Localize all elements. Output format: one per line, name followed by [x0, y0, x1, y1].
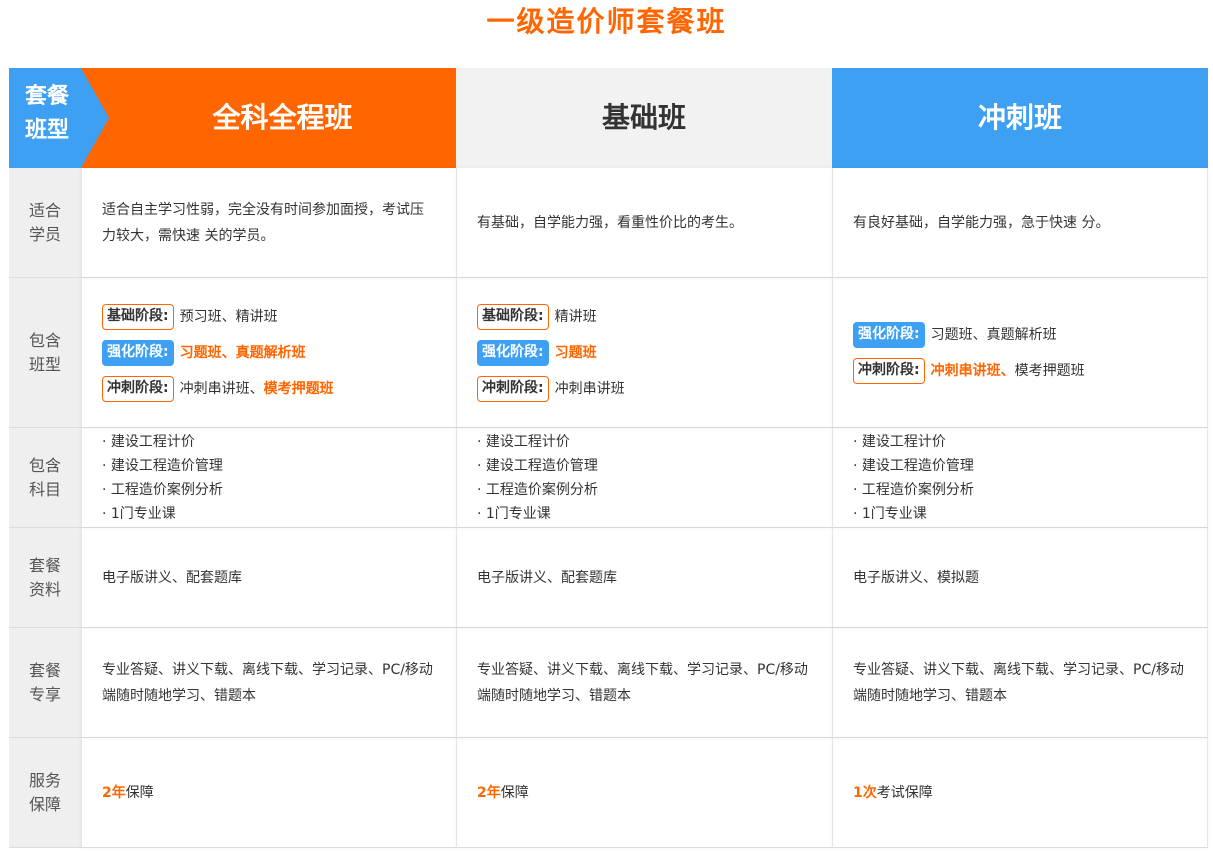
cell-subjects-full: · 建设工程计价 · 建设工程造价管理 · 工程造价案例分析 · 1门专业课: [81, 428, 456, 528]
cell-guarantee-full: 2年保障: [81, 738, 456, 848]
subject-item: · 工程造价案例分析: [853, 481, 974, 498]
stage-tag-strengthen: 强化阶段:: [853, 321, 925, 348]
cell-suitable-full: 适合自主学习性弱，完全没有时间参加面授，考试压力较大，需快速 关的学员。: [81, 168, 456, 278]
stage-tag-basic: 基础阶段:: [102, 303, 174, 330]
row-suitable-students: 适合学员 适合自主学习性弱，完全没有时间参加面授，考试压力较大，需快速 关的学员…: [9, 168, 1208, 278]
stage-text: 预习班、精讲班: [179, 308, 278, 325]
subject-item: · 建设工程造价管理: [102, 457, 223, 474]
subject-item: · 建设工程造价管理: [853, 457, 974, 474]
row-label-classes: 包含 班型: [9, 278, 81, 428]
subject-item: · 1门专业课: [853, 505, 927, 522]
row-perks: 套餐专享 专业答疑、讲义下载、离线下载、学习记录、PC/移动端随时随地学习、错题…: [9, 628, 1208, 738]
stage-sprint: 冲刺阶段: 冲刺串讲班、 模考押题班: [853, 353, 1187, 389]
subject-item: · 建设工程计价: [853, 433, 946, 450]
subject-item: · 建设工程计价: [102, 433, 195, 450]
row-label-line1: 服务: [28, 770, 61, 790]
stage-sprint: 冲刺阶段: 冲刺串讲班、 模考押题班: [102, 371, 436, 407]
cell-perks-full: 专业答疑、讲义下载、离线下载、学习记录、PC/移动端随时随地学习、错题本: [81, 628, 456, 738]
stage-tag-sprint: 冲刺阶段:: [477, 375, 549, 402]
subject-item: · 建设工程造价管理: [477, 457, 598, 474]
stage-tag-strengthen: 强化阶段:: [102, 339, 174, 366]
row-label-line2: 班型: [28, 354, 61, 374]
row-label-line1: 适合: [28, 200, 61, 220]
cell-guarantee-sprint: 1次考试保障: [832, 738, 1208, 848]
cell-materials-full: 电子版讲义、配套题库: [81, 528, 456, 628]
subject-item: · 1门专业课: [477, 505, 551, 522]
row-included-classes: 包含班型 基础阶段: 预习班、精讲班 强化阶段: 习题班、真题解析班 冲刺阶段:…: [9, 278, 1208, 428]
header-arrow-shape: [81, 68, 109, 168]
cell-guarantee-basic: 2年保障: [456, 738, 832, 848]
stage-text-highlight: 模考押题班: [263, 380, 334, 397]
cell-classes-basic: 基础阶段: 精讲班 强化阶段: 习题班 冲刺阶段: 冲刺串讲班: [456, 278, 832, 428]
stage-tag-sprint: 冲刺阶段:: [102, 375, 174, 402]
header-full-course[interactable]: 全科全程班: [109, 68, 456, 168]
row-label-guarantee: 服务 保障: [9, 738, 81, 848]
header-basic-course-label: 基础班: [601, 101, 686, 134]
row-label-line2: 科目: [28, 479, 61, 499]
cell-suitable-sprint: 有良好基础，自学能力强，急于快速 分。: [832, 168, 1208, 278]
cell-materials-sprint: 电子版讲义、模拟题: [832, 528, 1208, 628]
stage-strengthen: 强化阶段: 习题班: [477, 335, 812, 371]
header-sprint-course[interactable]: 冲刺班: [832, 68, 1208, 168]
row-label-materials: 套餐 资料: [9, 528, 81, 628]
guarantee-text: 考试保障: [876, 784, 933, 801]
stage-text: 冲刺串讲班: [554, 380, 625, 397]
row-label-line2: 资料: [28, 579, 61, 599]
cell-subjects-basic: · 建设工程计价 · 建设工程造价管理 · 工程造价案例分析 · 1门专业课: [456, 428, 832, 528]
guarantee-highlight: 2年: [477, 784, 501, 801]
stage-tag-basic: 基础阶段:: [477, 303, 549, 330]
header-basic-course[interactable]: 基础班: [456, 68, 832, 168]
stage-tag-sprint: 冲刺阶段:: [853, 357, 925, 384]
guarantee-highlight: 1次: [853, 784, 877, 801]
row-label-line1: 包含: [28, 455, 61, 475]
stage-text: 冲刺串讲班、: [179, 380, 264, 397]
guarantee-highlight: 2年: [102, 784, 126, 801]
row-guarantee: 服务 保障 2年保障 2年保障 1次考试保障: [9, 738, 1208, 848]
cell-perks-basic: 专业答疑、讲义下载、离线下载、学习记录、PC/移动端随时随地学习、错题本: [456, 628, 832, 738]
guarantee-text: 保障: [500, 784, 529, 801]
stage-basic: 基础阶段: 预习班、精讲班: [102, 299, 436, 335]
stage-basic: 基础阶段: 精讲班: [477, 299, 812, 335]
header-sprint-course-label: 冲刺班: [977, 101, 1062, 134]
cell-perks-sprint: 专业答疑、讲义下载、离线下载、学习记录、PC/移动端随时随地学习、错题本: [832, 628, 1208, 738]
stage-sprint: 冲刺阶段: 冲刺串讲班: [477, 371, 812, 407]
header-full-course-label: 全科全程班: [212, 101, 353, 134]
row-materials: 套餐资料 电子版讲义、配套题库 电子版讲义、配套题库 电子版讲义、模拟题: [9, 528, 1208, 628]
row-label-perks: 套餐 专享: [9, 628, 81, 738]
page-title: 一级造价师套餐班: [486, 5, 727, 38]
row-label-line2: 专享: [28, 684, 61, 704]
row-label-suitable: 适合 学员: [9, 168, 81, 278]
header-package-type-label: 套餐 班型: [9, 68, 109, 168]
row-label-line2: 学员: [28, 224, 61, 244]
stage-text-highlight: 冲刺串讲班、: [930, 362, 1015, 379]
stage-text: 习题班、真题解析班: [179, 344, 306, 361]
row-subjects: 包含科目 · 建设工程计价 · 建设工程造价管理 · 工程造价案例分析 · 1门…: [9, 428, 1208, 528]
row-label-line1: 套餐: [28, 660, 61, 680]
stage-text: 习题班: [554, 344, 597, 361]
subject-item: · 1门专业课: [102, 505, 176, 522]
row-label-line2: 保障: [28, 794, 61, 814]
cell-classes-full: 基础阶段: 预习班、精讲班 强化阶段: 习题班、真题解析班 冲刺阶段: 冲刺串讲…: [81, 278, 456, 428]
row-label-line1: 套餐: [28, 555, 61, 575]
guarantee-text: 保障: [125, 784, 154, 801]
stage-tag-strengthen: 强化阶段:: [477, 339, 549, 366]
stage-strengthen: 强化阶段: 习题班、真题解析班: [102, 335, 436, 371]
stage-text: 精讲班: [554, 308, 597, 325]
subject-item: · 工程造价案例分析: [102, 481, 223, 498]
subject-item: · 工程造价案例分析: [477, 481, 598, 498]
cell-suitable-basic: 有基础，自学能力强，看重性价比的考生。: [456, 168, 832, 278]
subject-item: · 建设工程计价: [477, 433, 570, 450]
row-label-line1: 包含: [28, 330, 61, 350]
row-label-subjects: 包含 科目: [9, 428, 81, 528]
cell-classes-sprint: 强化阶段: 习题班、真题解析班 冲刺阶段: 冲刺串讲班、 模考押题班: [832, 278, 1208, 428]
stage-text: 模考押题班: [1014, 362, 1085, 379]
cell-subjects-sprint: · 建设工程计价 · 建设工程造价管理 · 工程造价案例分析 · 1门专业课: [832, 428, 1208, 528]
cell-materials-basic: 电子版讲义、配套题库: [456, 528, 832, 628]
stage-text: 习题班、真题解析班: [930, 326, 1057, 343]
stage-strengthen: 强化阶段: 习题班、真题解析班: [853, 317, 1187, 353]
